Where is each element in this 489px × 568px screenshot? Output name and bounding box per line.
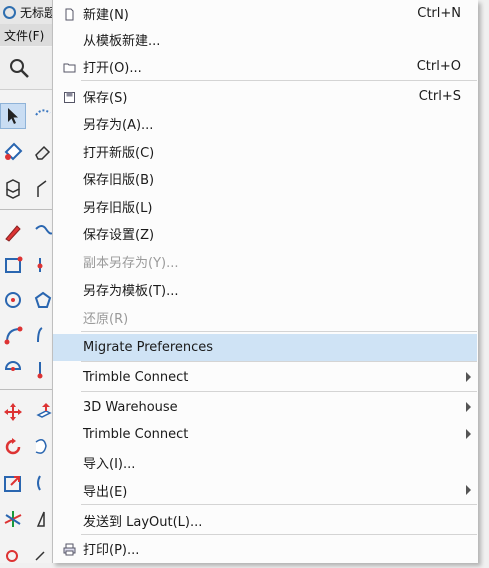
menu-item-label: 另存旧版(L) (83, 201, 153, 216)
menu-item-send-to-layout[interactable]: 发送到 LayOut(L)... (53, 507, 477, 534)
menu-item-label: 另存为模板(T)... (83, 284, 179, 299)
menu-bar: 文件(F) (0, 24, 58, 46)
menu-item-label: 还原(R) (83, 312, 129, 327)
menu-item-label: 新建(N) (83, 8, 129, 23)
menu-item-label: Migrate Preferences (83, 340, 214, 355)
menu-item-save-old-version[interactable]: 保存旧版(B) (53, 165, 477, 192)
pie-icon[interactable] (0, 356, 26, 382)
select-arrow-icon[interactable] (0, 103, 26, 129)
menu-item-trimble-connect-1[interactable]: Trimble Connect (53, 364, 477, 391)
menu-item-label: 打开(O)... (83, 61, 142, 76)
menu-separator (81, 331, 477, 332)
menu-item-label: 保存旧版(B) (83, 173, 155, 188)
menu-item-label: 打开新版(C) (83, 146, 155, 161)
circle-icon[interactable] (0, 287, 26, 313)
palette-separator (0, 209, 58, 210)
menu-item-label: 副本另存为(Y)... (83, 256, 179, 271)
menu-item-revert: 还原(R) (53, 304, 477, 331)
menu-item-save-copy-as: 副本另存为(Y)... (53, 248, 477, 275)
menu-item-label: 导入(I)... (83, 457, 136, 472)
components-icon[interactable] (0, 175, 26, 201)
rotate-icon[interactable] (0, 434, 26, 460)
menu-item-new[interactable]: 新建(N) Ctrl+N (53, 0, 477, 27)
window-title: 无标题 (20, 5, 57, 20)
menu-item-label: 3D Warehouse (83, 400, 178, 415)
menu-item-label: Trimble Connect (83, 427, 189, 442)
menu-file[interactable]: 文件(F) (4, 27, 44, 44)
menu-separator (81, 391, 477, 392)
file-menu: 新建(N) Ctrl+N 从模板新建... 打开(O)... Ctrl+O 保存(S) Ct… (52, 0, 478, 563)
submenu-arrow-icon (466, 429, 471, 439)
menu-item-shortcut: Ctrl+S (418, 89, 461, 104)
save-icon (61, 89, 77, 105)
menu-item-label: 打印(P)... (83, 543, 140, 558)
menu-item-save-settings[interactable]: 保存设置(Z) (53, 220, 477, 247)
menu-separator (81, 361, 477, 362)
rectangle-icon[interactable] (0, 252, 26, 278)
printer-icon (61, 541, 77, 557)
menu-item-save-as[interactable]: 另存为(A)... (53, 110, 477, 137)
menu-item-label: 保存(S) (83, 91, 128, 106)
menu-item-shortcut: Ctrl+N (417, 6, 461, 21)
menu-item-open-new-version[interactable]: 打开新版(C) (53, 138, 477, 165)
menu-item-export[interactable]: 导出(E) (53, 477, 477, 504)
scale-icon[interactable] (0, 470, 26, 496)
new-file-icon (61, 6, 77, 22)
menu-item-shortcut: Ctrl+O (416, 59, 461, 74)
menu-item-save[interactable]: 保存(S) Ctrl+S (53, 83, 477, 110)
tool-palette (0, 92, 58, 563)
menu-item-trimble-connect-2[interactable]: Trimble Connect (53, 421, 477, 448)
menu-item-label: 从模板新建... (83, 34, 161, 49)
app-logo-icon (3, 5, 16, 19)
menu-item-save-as-template[interactable]: 另存为模板(T)... (53, 276, 477, 303)
menu-item-import[interactable]: 导入(I)... (53, 449, 477, 476)
submenu-arrow-icon (466, 372, 471, 382)
menu-item-save-as-old-version[interactable]: 另存旧版(L) (53, 193, 477, 220)
menu-separator (81, 80, 477, 81)
folder-icon (61, 59, 77, 75)
arc-icon[interactable] (0, 322, 26, 348)
axes-icon[interactable] (0, 506, 26, 532)
menu-item-label: 另存为(A)... (83, 118, 154, 133)
menu-item-migrate-preferences[interactable]: Migrate Preferences (53, 334, 477, 361)
text-tool-icon[interactable] (0, 542, 26, 568)
pencil-icon[interactable] (0, 219, 26, 245)
menu-item-open[interactable]: 打开(O)... Ctrl+O (53, 53, 477, 80)
palette-separator (0, 389, 58, 390)
menu-item-3d-warehouse[interactable]: 3D Warehouse (53, 394, 477, 421)
menu-separator (81, 534, 477, 535)
menu-item-print[interactable]: 打印(P)... (53, 535, 477, 562)
move-icon[interactable] (0, 399, 26, 425)
menu-separator (81, 504, 477, 505)
menu-item-label: 发送到 LayOut(L)... (83, 515, 203, 530)
menu-item-label: Trimble Connect (83, 370, 189, 385)
title-bar: 无标题 (0, 0, 58, 24)
paint-bucket-icon[interactable] (0, 138, 26, 164)
top-toolbar (0, 47, 58, 90)
submenu-arrow-icon (466, 402, 471, 412)
menu-item-label: 保存设置(Z) (83, 228, 155, 243)
submenu-arrow-icon (466, 485, 471, 495)
menu-item-new-from-template[interactable]: 从模板新建... (53, 26, 477, 53)
zoom-icon[interactable] (6, 55, 32, 81)
app-window: 无标题 文件(F) (0, 0, 58, 563)
menu-item-label: 导出(E) (83, 485, 128, 500)
